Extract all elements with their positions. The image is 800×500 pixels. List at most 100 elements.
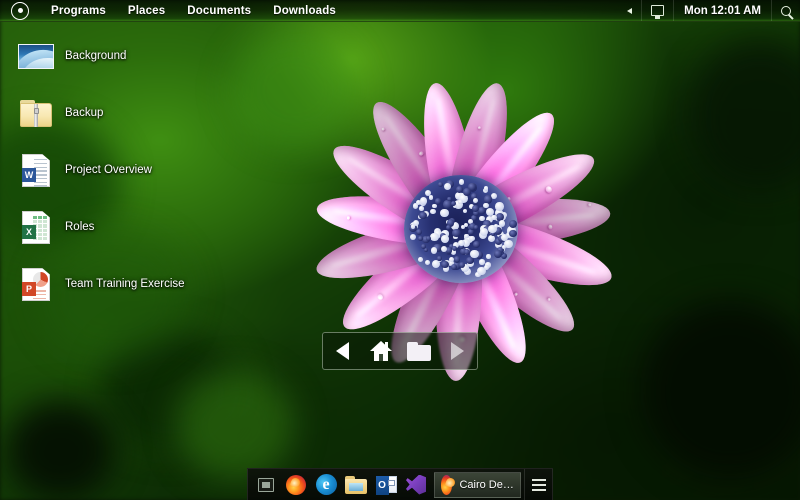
firefox-icon (286, 475, 306, 495)
flower-stamen (478, 207, 486, 215)
flower-stamen (411, 224, 415, 228)
tray-display-button[interactable] (641, 0, 673, 21)
desktop-root: Programs Places Documents Downloads Mon … (0, 0, 800, 500)
desktop-icon-label: Project Overview (65, 164, 152, 176)
firefox-icon (441, 475, 452, 495)
water-droplet (548, 224, 553, 229)
zipped-folder-icon (16, 93, 56, 133)
water-droplet (547, 298, 551, 302)
desktop-icon-label: Background (65, 50, 126, 62)
flower-stamen (429, 195, 433, 199)
flower-stamen (418, 257, 423, 262)
taskbar-vscode-button[interactable] (402, 471, 430, 499)
taskbar-window-title: Cairo Desktop En... (459, 479, 514, 491)
home-button[interactable] (366, 336, 396, 366)
water-droplet (376, 293, 384, 301)
flower-stamen (456, 186, 463, 193)
flower-stamen (437, 256, 441, 260)
flower-stamen (464, 249, 470, 255)
edge-icon: e (316, 474, 337, 495)
forward-button[interactable] (443, 336, 473, 366)
hamburger-menu-icon[interactable] (524, 469, 552, 500)
desktop-icon-list: Background Backup W Project Overview (16, 34, 246, 319)
flower-stamen (435, 198, 441, 204)
menu-bar: Programs Places Documents Downloads Mon … (0, 0, 800, 22)
monitor-icon (651, 5, 664, 16)
image-file-icon (16, 36, 56, 76)
flower-stamen (452, 229, 461, 238)
forward-arrow-icon (451, 342, 464, 360)
powerpoint-document-icon: P (16, 264, 56, 304)
word-badge: W (22, 168, 36, 182)
flower-stamen (484, 186, 489, 191)
flower-stamen (509, 230, 517, 238)
search-icon (781, 6, 791, 16)
desktop-icon-project-overview[interactable]: W Project Overview (16, 148, 246, 192)
taskbar-edge-button[interactable]: e (312, 471, 340, 499)
desktop-icon-backup[interactable]: Backup (16, 91, 246, 135)
flower-stamen (452, 246, 457, 251)
taskbar-window-button[interactable]: Cairo Desktop En... (434, 472, 521, 498)
wallpaper-flower (246, 14, 676, 444)
flower-stamen (479, 259, 484, 264)
flower-stamen (418, 236, 423, 241)
menu-item-downloads[interactable]: Downloads (262, 2, 347, 20)
flower-stamen (486, 254, 490, 258)
vscode-icon (406, 475, 426, 495)
menu-item-places[interactable]: Places (117, 2, 176, 20)
excel-document-icon: X (16, 207, 56, 247)
flower-stamen (504, 240, 512, 248)
flower-stamen (454, 256, 460, 262)
desktop-icon-roles[interactable]: X Roles (16, 205, 246, 249)
water-droplet (346, 215, 350, 219)
flower-stamen (441, 235, 448, 242)
flower-stamen (509, 220, 517, 228)
system-tray: Mon 12:01 AM (618, 0, 800, 21)
flower-stamen (495, 202, 503, 210)
clock[interactable]: Mon 12:01 AM (673, 0, 771, 21)
back-button[interactable] (327, 336, 357, 366)
flower-stamen (431, 247, 437, 253)
flower-stamen (419, 212, 427, 220)
water-droplet (477, 126, 481, 129)
desktop-icon-team-training-exercise[interactable]: P Team Training Exercise (16, 262, 246, 306)
flower-stamen (477, 267, 485, 275)
flower-stamen (441, 261, 449, 269)
desktop-icon-label: Roles (65, 221, 94, 233)
back-arrow-icon (336, 342, 349, 360)
flower-stamen (438, 182, 443, 187)
flower-stamen (458, 240, 464, 246)
folder-button[interactable] (404, 336, 434, 366)
search-button[interactable] (771, 0, 800, 21)
menu-item-programs[interactable]: Programs (40, 2, 117, 20)
taskbar-outlook-button[interactable]: O (372, 471, 400, 499)
show-desktop-button[interactable] (252, 471, 280, 499)
flower-stamen (470, 250, 479, 259)
excel-badge: X (22, 225, 36, 239)
flower-stamen (424, 248, 428, 252)
cairo-circle-icon[interactable] (11, 2, 29, 20)
flower-stamen (494, 250, 502, 258)
flower-stamen (446, 225, 451, 230)
taskbar-file-explorer-button[interactable] (342, 471, 370, 499)
flower-stamen (419, 206, 423, 210)
flower-stamen (420, 197, 428, 205)
water-droplet (381, 127, 385, 131)
flower-stamen (451, 201, 456, 206)
desktop-icon-label: Team Training Exercise (65, 278, 185, 290)
flower-stamen (440, 209, 449, 218)
flower-stamen (441, 246, 447, 252)
powerpoint-badge: P (22, 282, 36, 296)
flower-stamen (463, 188, 471, 196)
tray-expand-button[interactable] (618, 0, 641, 21)
menu-item-documents[interactable]: Documents (176, 2, 262, 20)
flower-stamen (426, 236, 431, 241)
flower-stamen (430, 209, 435, 214)
taskbar-firefox-button[interactable] (282, 471, 310, 499)
flower-stamen (459, 179, 465, 185)
desktop-icon-background[interactable]: Background (16, 34, 246, 78)
taskbar: e O Cairo Desktop En... (247, 468, 553, 500)
floating-navigation-toolbar (322, 332, 478, 370)
flower-stamen (458, 200, 462, 204)
flower-stamen (474, 225, 478, 229)
